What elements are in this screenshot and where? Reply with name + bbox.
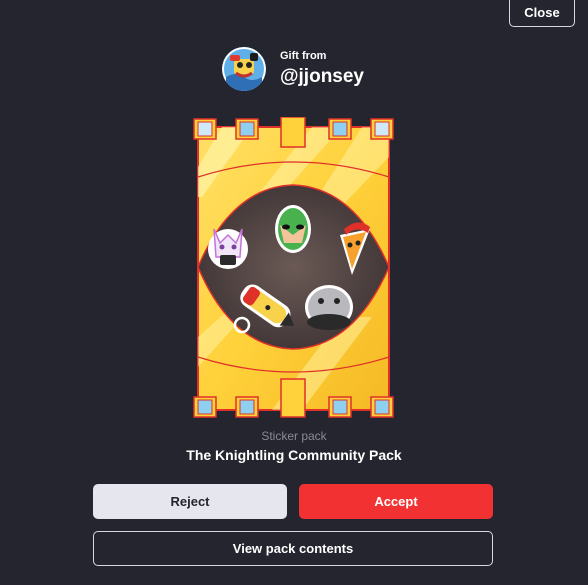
pack-type-label: Sticker pack — [261, 429, 327, 443]
gift-from-label: Gift from — [280, 49, 327, 62]
sticker-pack-image — [192, 116, 395, 420]
sender-username: @jjonsey — [280, 65, 364, 87]
gift-dialog: Close Gift from @jjonsey Sticker pack Th… — [0, 0, 588, 585]
pack-name: The Knightling Community Pack — [186, 447, 402, 463]
accept-button[interactable]: Accept — [299, 484, 493, 519]
sticker-pack-castle-icon — [193, 116, 394, 418]
gift-header-text: Gift from @jjonsey — [280, 50, 364, 89]
close-button[interactable]: Close — [509, 0, 575, 27]
reject-button[interactable]: Reject — [93, 484, 287, 519]
gift-header: Gift from @jjonsey — [222, 47, 364, 91]
sender-avatar — [222, 47, 266, 91]
avatar-image-icon — [222, 47, 266, 91]
view-pack-contents-button[interactable]: View pack contents — [93, 531, 493, 566]
